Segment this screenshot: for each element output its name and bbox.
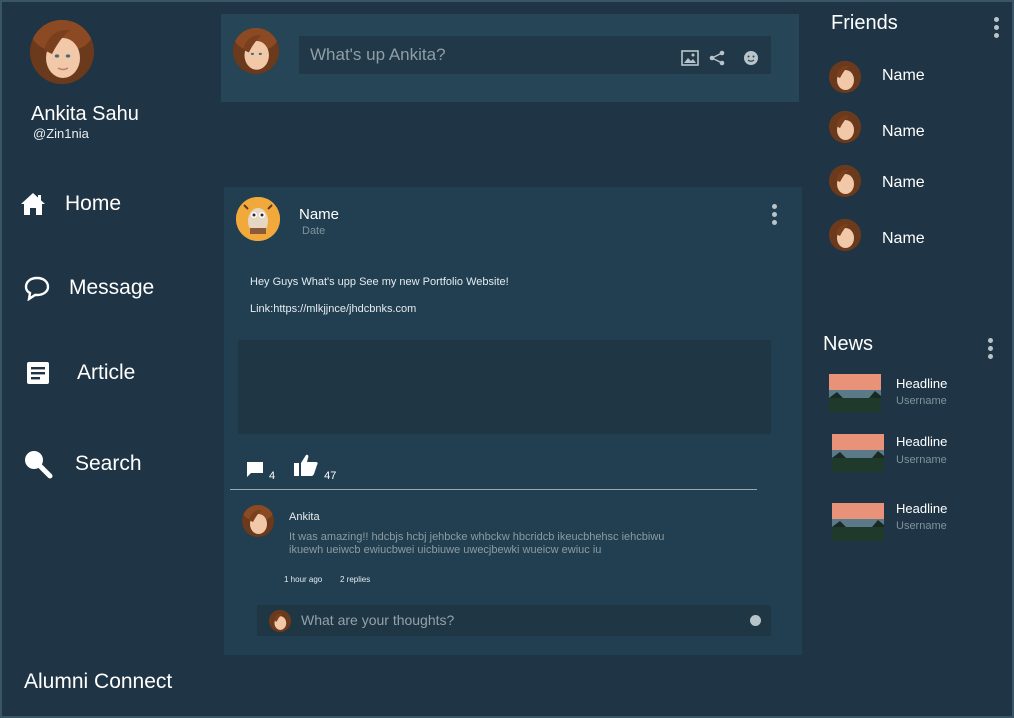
- friend-name[interactable]: Name: [882, 123, 925, 141]
- comment-body: It was amazing!! hdcbjs hcbj jehbcke whb…: [289, 531, 665, 556]
- post-composer: What's up Ankita?: [221, 14, 799, 102]
- like-count: 47: [324, 470, 337, 482]
- nav-item-home[interactable]: Home: [20, 191, 121, 217]
- friend-avatar[interactable]: [829, 111, 861, 143]
- like-icon[interactable]: [293, 453, 319, 482]
- comment-time: 1 hour ago: [284, 575, 323, 584]
- news-headline[interactable]: Headline: [896, 434, 947, 449]
- comment-author-avatar[interactable]: [242, 505, 274, 537]
- post-divider: [230, 489, 757, 490]
- friend-name[interactable]: Name: [882, 230, 925, 248]
- friends-options-menu-icon[interactable]: [993, 17, 999, 38]
- nav-label-home: Home: [65, 192, 122, 215]
- comment-icon[interactable]: [246, 461, 264, 482]
- friends-title: Friends: [831, 12, 898, 34]
- nav-label-article: Article: [77, 361, 136, 384]
- news-thumbnail[interactable]: [832, 434, 884, 472]
- news-options-menu-icon[interactable]: [987, 338, 993, 359]
- reply-input[interactable]: What are your thoughts?: [301, 612, 454, 628]
- post-author-name[interactable]: Name: [299, 206, 339, 223]
- comment-count: 4: [269, 470, 276, 482]
- image-icon[interactable]: [681, 50, 699, 66]
- nav-label-search: Search: [75, 452, 142, 475]
- message-icon: [24, 275, 50, 302]
- news-username: Username: [896, 520, 947, 532]
- article-icon: [25, 360, 51, 386]
- composer-tools: [681, 50, 761, 66]
- news-thumbnail[interactable]: [832, 503, 884, 541]
- reply-box[interactable]: What are your thoughts?: [257, 605, 771, 636]
- composer-avatar: [233, 28, 279, 74]
- news-title: News: [823, 333, 874, 355]
- share-icon[interactable]: [709, 50, 727, 66]
- home-icon: [20, 191, 46, 217]
- nav-item-search[interactable]: Search: [23, 449, 142, 479]
- comment-replies-link[interactable]: 2 replies: [340, 575, 370, 584]
- post-stats: 4 47: [246, 453, 336, 482]
- post-link[interactable]: Link:https://mlkjjnce/jhdcbnks.com: [250, 303, 416, 315]
- post-media[interactable]: [238, 340, 771, 434]
- friend-name[interactable]: Name: [882, 174, 925, 192]
- app-name: Alumni Connect: [24, 670, 173, 693]
- nav-item-message[interactable]: Message: [24, 275, 155, 302]
- news-username: Username: [896, 395, 947, 407]
- post-options-menu-icon[interactable]: [771, 204, 777, 225]
- emoji-icon[interactable]: [743, 50, 761, 66]
- news-thumbnail[interactable]: [829, 374, 881, 412]
- post-text-line: Hey Guys What's upp See my new Portfolio…: [250, 276, 509, 288]
- friend-avatar[interactable]: [829, 219, 861, 251]
- emoji-icon[interactable]: [750, 615, 761, 626]
- profile-handle: @Zin1nia: [33, 126, 89, 141]
- friend-avatar[interactable]: [829, 165, 861, 197]
- reply-avatar: [269, 610, 291, 632]
- friend-avatar[interactable]: [829, 61, 861, 93]
- comment-author-name[interactable]: Ankita: [289, 511, 320, 523]
- news-username: Username: [896, 454, 947, 466]
- post-author-avatar[interactable]: [236, 197, 280, 241]
- friend-name[interactable]: Name: [882, 67, 925, 85]
- nav-label-message: Message: [69, 276, 155, 299]
- nav-item-article[interactable]: Article: [25, 360, 135, 386]
- profile-name: Ankita Sahu: [31, 103, 139, 125]
- profile-avatar[interactable]: [30, 20, 94, 84]
- post-card: Name Date Hey Guys What's upp See my new…: [224, 187, 802, 655]
- post-date: Date: [302, 225, 326, 237]
- news-headline[interactable]: Headline: [896, 501, 947, 516]
- news-headline[interactable]: Headline: [896, 376, 947, 391]
- search-icon: [23, 449, 53, 479]
